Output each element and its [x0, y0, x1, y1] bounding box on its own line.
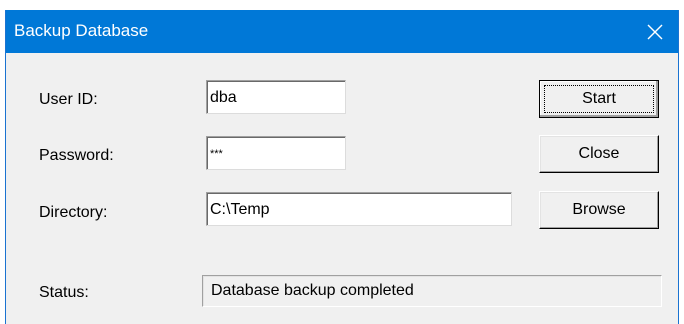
close-button[interactable]: Close: [539, 135, 659, 173]
close-button-label: Close: [578, 145, 620, 162]
backup-database-dialog: Backup Database User ID: Password: Direc…: [5, 10, 679, 324]
browse-button-label: Browse: [572, 201, 626, 218]
close-icon: [647, 24, 663, 40]
directory-input[interactable]: [206, 192, 512, 226]
password-label: Password:: [39, 147, 114, 164]
focus-rectangle: [544, 85, 654, 113]
password-input[interactable]: [206, 136, 346, 170]
directory-label: Directory:: [39, 204, 108, 221]
window-title: Backup Database: [14, 21, 149, 40]
user-id-input[interactable]: [206, 80, 346, 114]
status-field: Database backup completed: [202, 275, 662, 307]
title-bar[interactable]: Backup Database: [6, 10, 678, 53]
close-window-button[interactable]: [632, 10, 678, 53]
user-id-label: User ID:: [39, 91, 98, 108]
browse-button[interactable]: Browse: [539, 191, 659, 229]
status-label: Status:: [39, 284, 89, 301]
start-button[interactable]: Start: [539, 80, 659, 118]
